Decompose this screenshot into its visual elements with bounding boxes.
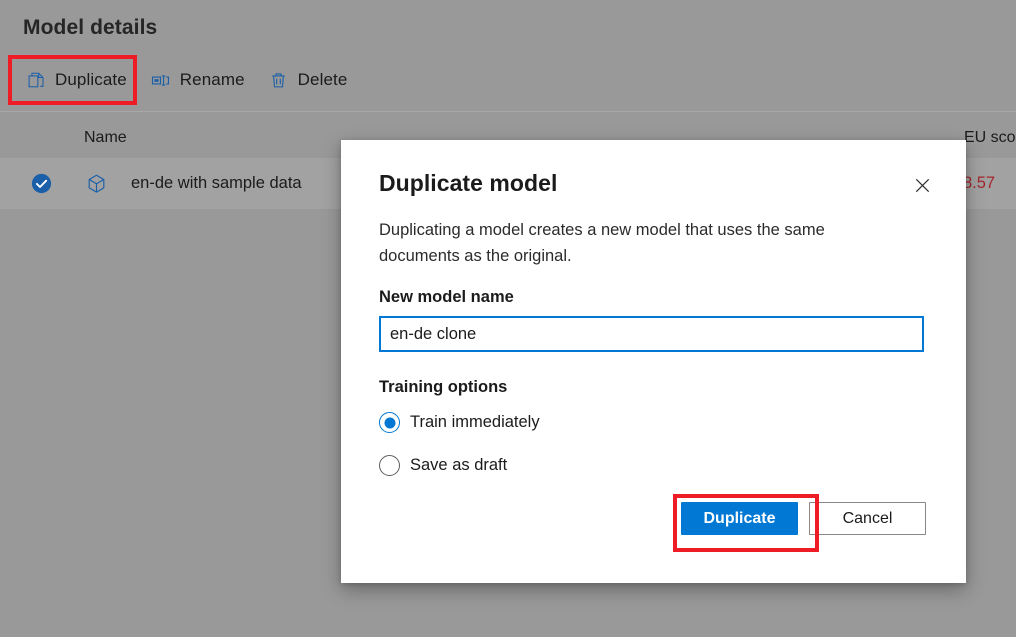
dialog-title: Duplicate model (379, 170, 557, 197)
trash-icon (269, 70, 289, 90)
rename-command-button[interactable]: Rename (139, 58, 257, 102)
model-package-icon (86, 173, 107, 194)
column-header-name[interactable]: Name (84, 129, 127, 147)
radio-unselected-icon (379, 455, 400, 476)
column-header-bleu-score[interactable]: EU sco (964, 129, 1016, 147)
duplicate-icon (26, 70, 46, 90)
duplicate-model-dialog: Duplicate model Duplicating a model crea… (341, 140, 966, 583)
command-bar: Duplicate Rename (0, 55, 1016, 105)
dialog-footer-actions: Duplicate Cancel (681, 502, 926, 535)
duplicate-command-label: Duplicate (55, 70, 127, 90)
cancel-button[interactable]: Cancel (809, 502, 926, 535)
delete-command-label: Delete (298, 70, 348, 90)
page-title: Model details (23, 16, 157, 40)
rename-icon (151, 70, 171, 90)
training-options-label: Training options (379, 378, 507, 397)
duplicate-confirm-button[interactable]: Duplicate (681, 502, 798, 535)
new-model-name-input[interactable] (379, 316, 924, 352)
duplicate-command-button[interactable]: Duplicate (14, 58, 139, 102)
rename-command-label: Rename (180, 70, 245, 90)
command-bar-divider (0, 111, 1016, 112)
row-bleu-score: 8.57 (963, 174, 995, 193)
new-model-name-label: New model name (379, 288, 514, 307)
radio-train-immediately-label: Train immediately (410, 413, 540, 432)
row-selected-check-icon[interactable] (31, 173, 52, 194)
radio-save-as-draft[interactable]: Save as draft (379, 455, 507, 476)
close-icon[interactable] (906, 169, 938, 201)
dialog-description: Duplicating a model creates a new model … (379, 217, 877, 269)
radio-save-as-draft-label: Save as draft (410, 456, 507, 475)
delete-command-button[interactable]: Delete (257, 58, 360, 102)
radio-train-immediately[interactable]: Train immediately (379, 412, 540, 433)
row-model-name: en-de with sample data (131, 174, 302, 193)
radio-selected-icon (379, 412, 400, 433)
